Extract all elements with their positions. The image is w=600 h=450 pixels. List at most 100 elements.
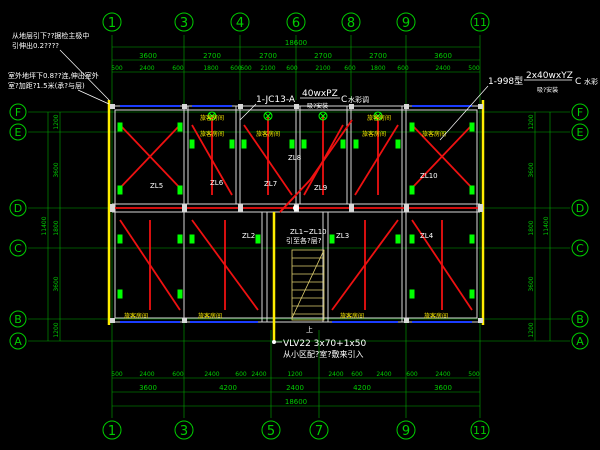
dim-top-sub: 1800 [203, 65, 218, 72]
dim-top-sub: 600 [397, 65, 409, 72]
axis-bubble-top-11: 11 [470, 12, 490, 32]
axis-bubble-label: 6 [292, 16, 300, 31]
junction-box [182, 204, 187, 212]
wall-fixture [301, 139, 307, 149]
row-bubble-label: E [577, 126, 584, 139]
fixture-label: 旅客房间 [424, 312, 448, 320]
fixture-label: 旅客房间 [256, 130, 280, 138]
circuit-label: ZL3 [336, 232, 349, 240]
row-bubble-label: F [577, 106, 583, 119]
row-bubble-label: B [14, 313, 22, 326]
dim-top-sub: 1800 [370, 65, 385, 72]
wall-fixture [241, 139, 247, 149]
circuit-label: ZL4 [420, 232, 434, 240]
circuit-label: ZL10 [420, 172, 438, 180]
wall-fixture [177, 185, 183, 195]
dim-left-seg: 1800 [53, 220, 60, 235]
wall-fixture [469, 122, 475, 132]
circuit-label: ZL6 [210, 179, 224, 187]
wall-fixture [469, 185, 475, 195]
junction-box [110, 204, 115, 212]
riser-note: 引至各?层? [286, 236, 322, 245]
dim-bottom-sub: 2400 [376, 371, 391, 378]
axis-bubble-label: 4 [236, 16, 244, 31]
fixture-label: 旅客房间 [198, 312, 222, 320]
dim-top-main: 3600 [139, 52, 157, 60]
dim-bottom-main: 3600 [139, 384, 157, 392]
fixture-label: 旅客房间 [340, 312, 364, 320]
wall-fixture [229, 139, 235, 149]
dim-top-main: 2700 [259, 52, 277, 60]
riser-label: ZL1~ZL10 [290, 228, 327, 236]
junction-box [404, 204, 409, 212]
axis-bubble-label: 1 [108, 424, 116, 439]
row-bubble-label: B [576, 313, 584, 326]
panel-mid-spec: 40wxPZ [302, 89, 338, 99]
dim-right-seg: 1200 [528, 114, 535, 129]
junction-box [478, 204, 483, 212]
junction-box [238, 204, 243, 212]
dim-bottom-sub: 500 [468, 371, 480, 378]
stair-up-label: 上 [306, 325, 313, 334]
dim-top-sub: 2100 [260, 65, 275, 72]
wall-fixture [469, 234, 475, 244]
dim-top-sub: 2100 [315, 65, 330, 72]
note-exterior-2: 室?加距?1.5米(承?与层) [8, 81, 85, 90]
fixture-label: 旅客房间 [200, 114, 224, 122]
junction-box [110, 318, 115, 323]
wall-fixture [409, 234, 415, 244]
panel-mid-marker [293, 205, 299, 211]
wall-fixture [177, 122, 183, 132]
feed-cable-note: 从小区配?室?敷来引入 [283, 349, 364, 359]
dim-bottom-sub: 600 [235, 371, 247, 378]
junction-box [478, 104, 483, 109]
wall-fixture [117, 234, 123, 244]
axis-bubble-label: 3 [180, 424, 188, 439]
dim-bottom-sub: 2400 [251, 371, 266, 378]
dim-right-seg: 3600 [528, 162, 535, 177]
axis-bubble-bottom-11: 11 [470, 420, 490, 440]
row-bubble-label: D [14, 202, 22, 215]
wall-fixture [177, 234, 183, 244]
axis-bubble-label: 9 [402, 424, 410, 439]
dim-top-sub: 500 [468, 65, 480, 72]
dim-left-seg: 1200 [53, 114, 60, 129]
row-bubble-label: A [14, 335, 22, 348]
dim-bottom-sub: 2400 [435, 371, 450, 378]
row-bubble-label: A [576, 335, 584, 348]
dim-bottom-main: 4200 [353, 384, 371, 392]
circuit-label: ZL8 [288, 154, 301, 162]
dim-top-sub: 600 [172, 65, 184, 72]
dim-bottom-sub: 1200 [287, 371, 302, 378]
panel-right-code: 1-998型 [488, 76, 523, 87]
circuit-label: ZL9 [314, 184, 327, 192]
dim-bottom-main: 4200 [219, 384, 237, 392]
wall-fixture [289, 139, 295, 149]
axis-bubble-label: 8 [347, 16, 355, 31]
panel-mid-tail: 水彩调 [348, 95, 369, 104]
junction-box [349, 204, 354, 212]
dim-top-sub: 600 [286, 65, 298, 72]
circuit-label: ZL5 [150, 182, 163, 190]
note-grounding-2: 引伸出0.2???? [12, 41, 59, 50]
dim-bottom-sub: 600 [406, 371, 418, 378]
wall-fixture [340, 139, 346, 149]
junction-box [404, 318, 409, 323]
dim-bottom-sub: 2400 [204, 371, 219, 378]
note-grounding: 从地层引下??据检主极中 [12, 31, 89, 40]
row-bubble-label: F [15, 106, 21, 119]
dim-right-seg: 1200 [528, 322, 535, 337]
axis-bubble-label: 11 [473, 424, 487, 437]
dim-top-sub: 600 [240, 65, 252, 72]
junction-box [404, 104, 409, 109]
axis-bubble-label: 9 [402, 16, 410, 31]
panel-mid-sub: 吸?安装 [307, 102, 328, 110]
axis-bubble-label: 7 [315, 424, 323, 439]
dim-top-total: 18600 [285, 39, 307, 47]
dim-left-seg: 3600 [53, 276, 60, 291]
circuit-label: ZL7 [264, 180, 277, 188]
junction-box [182, 318, 187, 323]
wall-fixture [409, 122, 415, 132]
axis-bubble-label: 3 [180, 16, 188, 31]
dim-bottom-main: 3600 [434, 384, 452, 392]
